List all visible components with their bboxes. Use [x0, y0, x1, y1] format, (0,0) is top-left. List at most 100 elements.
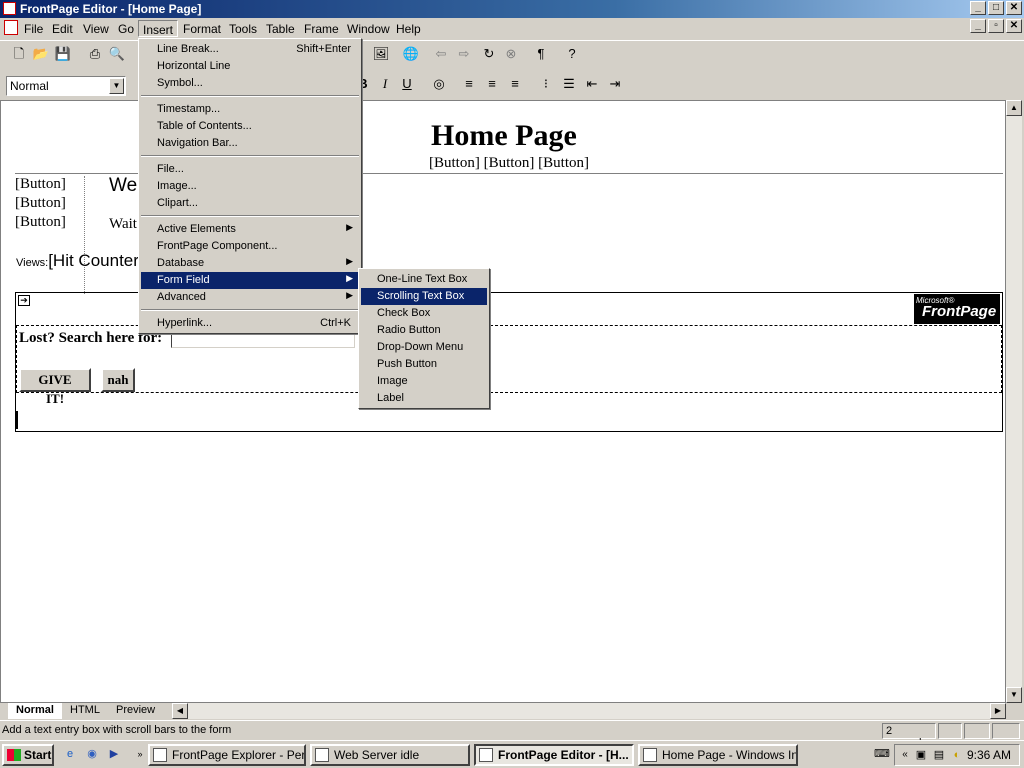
tray-expand-icon[interactable]: « — [897, 747, 913, 763]
menu-help[interactable]: Help — [392, 20, 425, 37]
clock[interactable]: 9:36 AM — [967, 748, 1011, 762]
task-home-page-ie[interactable]: Home Page - Windows In... — [638, 744, 798, 766]
menu-item-table-of-contents[interactable]: Table of Contents... — [141, 118, 359, 135]
scroll-right-icon[interactable]: ▶ — [990, 703, 1006, 719]
more-icon[interactable]: » — [132, 746, 148, 762]
menu-file[interactable]: File — [20, 20, 47, 37]
menu-go[interactable]: Go — [114, 20, 138, 37]
menu-item-check-box[interactable]: Check Box — [361, 305, 487, 322]
search-input[interactable] — [171, 332, 355, 348]
media-icon[interactable]: ▶ — [106, 746, 122, 762]
close-button[interactable]: ✕ — [1006, 1, 1022, 15]
open-icon[interactable]: 📂 — [32, 45, 50, 63]
keyboard-icon[interactable]: ⌨ — [874, 746, 890, 762]
numbered-list-icon[interactable]: ⁝ — [537, 75, 555, 93]
save-icon[interactable]: 💾 — [54, 45, 72, 63]
maximize-button[interactable]: □ — [988, 1, 1004, 15]
back-icon[interactable]: ⇦ — [432, 45, 450, 63]
align-center-icon[interactable]: ≡ — [483, 75, 501, 93]
print-preview-icon[interactable]: 🔍 — [108, 45, 126, 63]
doc-restore-button[interactable]: ▫ — [988, 19, 1004, 33]
scroll-down-icon[interactable]: ▼ — [1006, 687, 1022, 703]
doc-minimize-button[interactable]: _ — [970, 19, 986, 33]
outlook-icon[interactable]: ◉ — [84, 746, 100, 762]
document-icon[interactable] — [4, 20, 18, 35]
menu-item-push-button[interactable]: Push Button — [361, 356, 487, 373]
menu-item-active-elements[interactable]: Active Elements ▶ — [141, 221, 359, 238]
task-frontpage-editor[interactable]: FrontPage Editor - [H... — [474, 744, 634, 766]
tab-preview[interactable]: Preview — [108, 703, 163, 719]
image-icon[interactable]: 🖼 — [372, 45, 390, 63]
tray-network-icon[interactable]: ▤ — [931, 747, 947, 763]
align-left-icon[interactable]: ≡ — [460, 75, 478, 93]
left-nav-button[interactable]: [Button] — [15, 195, 84, 214]
align-right-icon[interactable]: ≡ — [506, 75, 524, 93]
menu-insert[interactable]: Insert — [138, 20, 179, 37]
menu-item-symbol[interactable]: Symbol... — [141, 75, 359, 92]
task-web-server[interactable]: Web Server idle — [310, 744, 470, 766]
menu-frame[interactable]: Frame — [300, 20, 343, 37]
menu-item-radio-button[interactable]: Radio Button — [361, 322, 487, 339]
italic-icon[interactable]: I — [376, 75, 394, 93]
menu-item-hyperlink[interactable]: Hyperlink... Ctrl+K — [141, 315, 359, 332]
menu-window[interactable]: Window — [343, 20, 394, 37]
stop-icon[interactable]: ⊗ — [502, 45, 520, 63]
menu-format[interactable]: Format — [179, 20, 225, 37]
tray-app-icon[interactable]: ▣ — [913, 747, 929, 763]
menu-item-image[interactable]: Image... — [141, 178, 359, 195]
top-nav-buttons[interactable]: [Button] [Button] [Button] — [429, 155, 589, 172]
scroll-left-icon[interactable]: ◀ — [172, 703, 188, 719]
tab-html[interactable]: HTML — [62, 703, 108, 719]
hyperlink-icon[interactable]: 🌐 — [402, 45, 420, 63]
menu-item-image[interactable]: Image — [361, 373, 487, 390]
decrease-indent-icon[interactable]: ⇤ — [583, 75, 601, 93]
ie-icon[interactable]: e — [62, 746, 78, 762]
menu-item-form-field[interactable]: Form Field ▶ — [141, 272, 359, 289]
menu-item-database[interactable]: Database ▶ — [141, 255, 359, 272]
task-frontpage-explorer[interactable]: FrontPage Explorer - Per... — [148, 744, 306, 766]
start-button[interactable]: Start — [2, 744, 54, 766]
increase-indent-icon[interactable]: ⇥ — [606, 75, 624, 93]
tab-normal[interactable]: Normal — [8, 703, 62, 719]
menu-item-one-line-text-box[interactable]: One-Line Text Box — [361, 271, 487, 288]
menu-item-advanced[interactable]: Advanced ▶ — [141, 289, 359, 306]
new-icon[interactable]: 🗋 — [10, 45, 28, 63]
dropdown-arrow-icon[interactable]: ▼ — [109, 78, 124, 94]
doc-close-button[interactable]: ✕ — [1006, 19, 1022, 33]
left-nav-button[interactable]: [Button] — [15, 214, 84, 233]
menu-edit[interactable]: Edit — [48, 20, 77, 37]
forward-icon[interactable]: ⇨ — [455, 45, 473, 63]
menu-item-line-break[interactable]: Line Break... Shift+Enter — [141, 41, 359, 58]
show-all-icon[interactable]: ¶ — [532, 45, 550, 63]
horizontal-scrollbar[interactable]: ◀ ▶ — [172, 703, 1006, 719]
menu-item-frontpage-component[interactable]: FrontPage Component... — [141, 238, 359, 255]
left-nav-button[interactable]: [Button] — [15, 176, 84, 195]
scroll-up-icon[interactable]: ▲ — [1006, 100, 1022, 116]
frontpage-app-icon[interactable] — [3, 2, 16, 15]
refresh-icon[interactable]: ↻ — [480, 45, 498, 63]
print-icon[interactable]: ⎙ — [86, 45, 104, 63]
text-color-icon[interactable]: ◎ — [430, 75, 448, 93]
menu-item-navigation-bar[interactable]: Navigation Bar... — [141, 135, 359, 152]
menu-view[interactable]: View — [79, 20, 113, 37]
underline-icon[interactable]: U — [398, 75, 416, 93]
menu-item-drop-down-menu[interactable]: Drop-Down Menu — [361, 339, 487, 356]
menu-item-clipart[interactable]: Clipart... — [141, 195, 359, 212]
left-nav-column: [Button] [Button] [Button] — [15, 176, 85, 294]
minimize-button[interactable]: _ — [970, 1, 986, 15]
hit-counter[interactable]: [Hit Counter] — [48, 251, 143, 270]
menu-item-timestamp[interactable]: Timestamp... — [141, 101, 359, 118]
menu-item-file[interactable]: File... — [141, 161, 359, 178]
menu-item-label[interactable]: Label — [361, 390, 487, 407]
style-select[interactable]: Normal ▼ — [6, 76, 126, 96]
menu-table[interactable]: Table — [262, 20, 299, 37]
vertical-scrollbar[interactable]: ▲ ▼ — [1006, 100, 1022, 703]
help-icon[interactable]: ? — [563, 45, 581, 63]
menu-item-horizontal-line[interactable]: Horizontal Line — [141, 58, 359, 75]
menu-item-scrolling-text-box[interactable]: Scrolling Text Box — [361, 288, 487, 305]
tray-volume-icon[interactable]: ◐ — [949, 747, 965, 763]
give-it-button[interactable]: GIVE IT! — [19, 368, 91, 406]
nah-button[interactable]: nah — [101, 368, 135, 392]
menu-tools[interactable]: Tools — [225, 20, 261, 37]
bulleted-list-icon[interactable]: ☰ — [560, 75, 578, 93]
